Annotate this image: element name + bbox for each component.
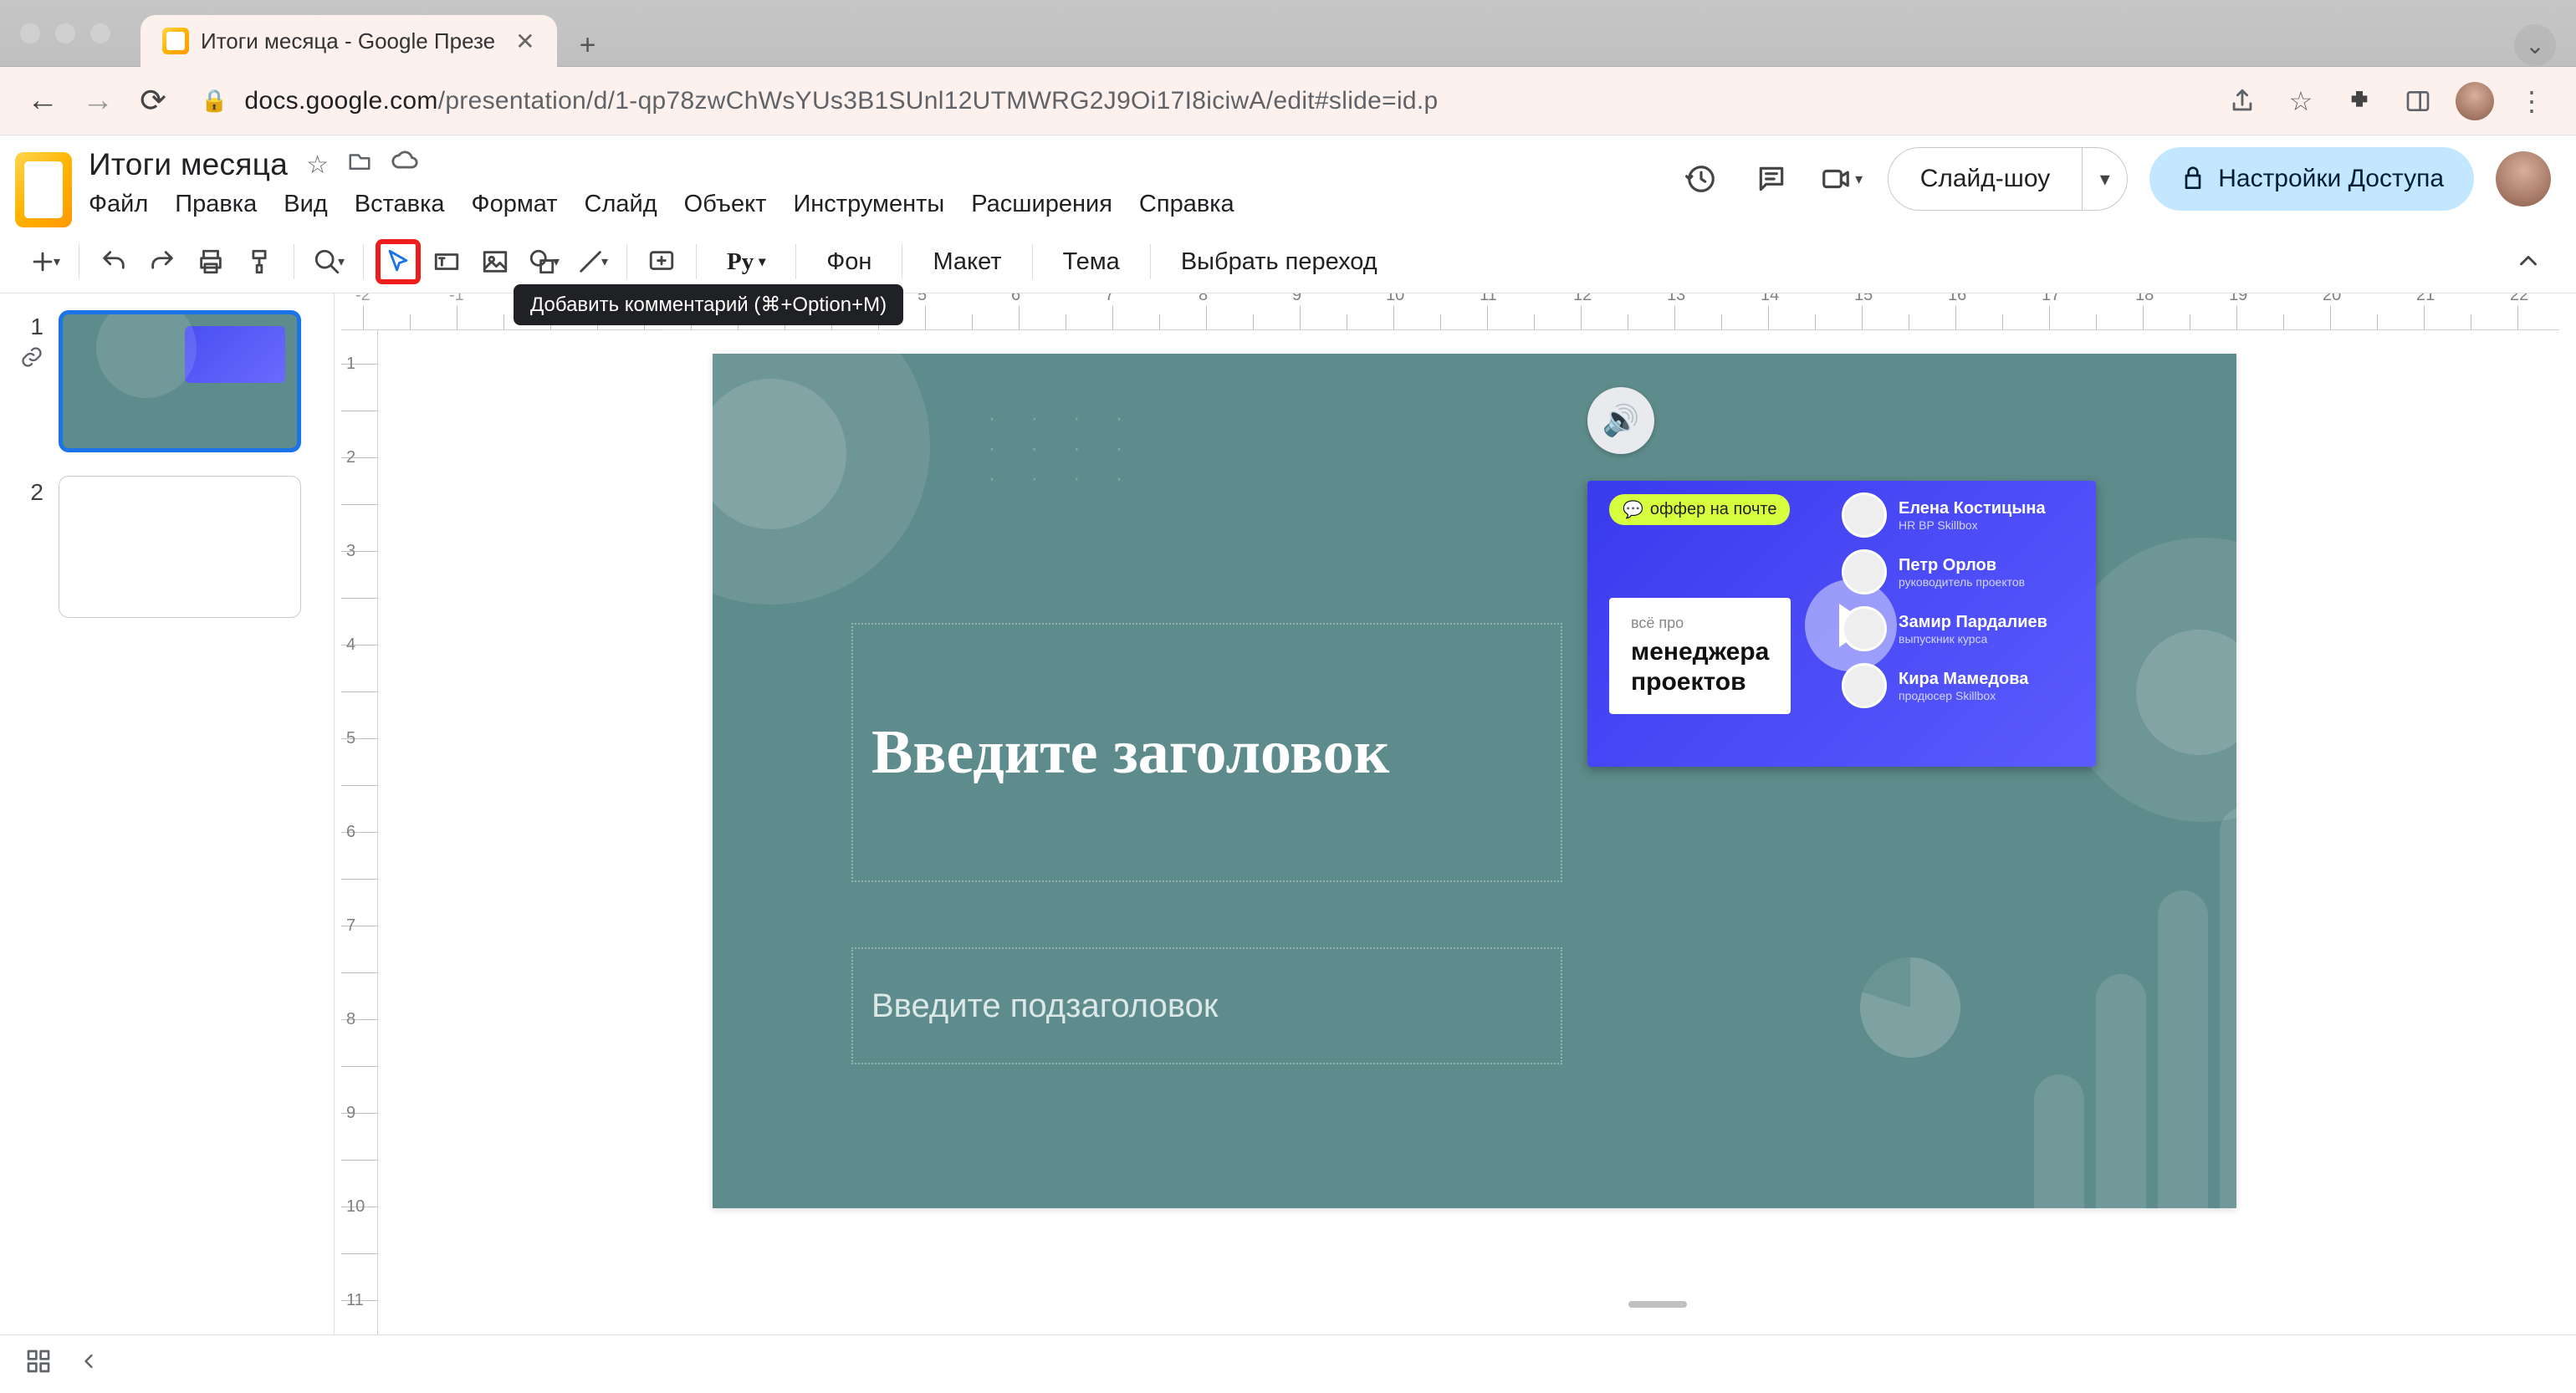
decoration xyxy=(2136,630,2262,755)
menu-insert[interactable]: Вставка xyxy=(355,191,445,218)
history-icon[interactable] xyxy=(1677,155,1725,203)
bookmark-icon[interactable]: ☆ xyxy=(2280,85,2322,117)
vertical-ruler[interactable]: 1234567891011121314 xyxy=(341,330,378,1393)
slideshow-button[interactable]: Слайд-шоу xyxy=(1888,147,2083,211)
menu-format[interactable]: Формат xyxy=(472,191,558,218)
slides-favicon xyxy=(162,28,189,54)
star-icon[interactable]: ☆ xyxy=(306,151,329,180)
collapse-filmstrip-button[interactable] xyxy=(77,1350,100,1380)
address-bar: ← → ⟳ 🔒 docs.google.com/presentation/d/1… xyxy=(0,67,2576,135)
background-button[interactable]: Фон xyxy=(808,239,890,284)
forward-button[interactable]: → xyxy=(79,83,117,119)
slide-thumbnail-2[interactable] xyxy=(59,476,301,618)
slide-thumbnail-1[interactable] xyxy=(59,310,301,452)
audio-icon[interactable]: 🔊 xyxy=(1587,387,1654,454)
back-button[interactable]: ← xyxy=(23,83,62,119)
browser-tab-bar: Итоги месяца - Google Презе ✕ + ⌄ xyxy=(0,0,2576,67)
tabs-overflow-button[interactable]: ⌄ xyxy=(2514,24,2556,66)
paint-format-button[interactable] xyxy=(237,239,282,284)
account-avatar[interactable] xyxy=(2496,151,2551,207)
menu-edit[interactable]: Правка xyxy=(175,191,257,218)
line-tool[interactable]: ▾ xyxy=(570,239,615,284)
select-tool[interactable] xyxy=(376,239,421,284)
slide-filmstrip[interactable]: 1 2 xyxy=(0,293,335,1393)
app-header: Итоги месяца ☆ Файл Правка Вид Вставка Ф… xyxy=(0,135,2576,227)
move-icon[interactable] xyxy=(347,149,372,181)
tab-close-icon[interactable]: ✕ xyxy=(515,28,534,55)
redo-button[interactable] xyxy=(140,239,185,284)
menu-object[interactable]: Объект xyxy=(684,191,767,218)
menu-help[interactable]: Справка xyxy=(1139,191,1234,218)
sidepanel-icon[interactable] xyxy=(2397,88,2439,115)
transition-button[interactable]: Выбрать переход xyxy=(1163,239,1396,284)
menu-slide[interactable]: Слайд xyxy=(585,191,657,218)
layout-button[interactable]: Макет xyxy=(914,239,1020,284)
slide-number-1: 1 xyxy=(20,310,43,340)
undo-button[interactable] xyxy=(91,239,136,284)
share-page-icon[interactable] xyxy=(2221,87,2263,115)
new-slide-button[interactable]: ▾ xyxy=(22,239,67,284)
browser-tab-active[interactable]: Итоги месяца - Google Презе ✕ xyxy=(141,15,557,67)
video-object[interactable]: 💬 оффер на почте всё про менеджерапроект… xyxy=(1587,481,2096,767)
paint-tool[interactable]: Ру▾ xyxy=(708,239,784,284)
menu-tools[interactable]: Инструменты xyxy=(793,191,944,218)
browser-menu-icon[interactable]: ⋮ xyxy=(2511,85,2553,117)
slide-number-2: 2 xyxy=(20,476,43,506)
subtitle-placeholder[interactable]: Введите подзаголовок xyxy=(851,947,1562,1064)
canvas-area[interactable]: · · · ·· · · ·· · · · 🔊 Введите заголово… xyxy=(378,330,2576,1393)
new-tab-button[interactable]: + xyxy=(567,24,609,66)
tab-title: Итоги месяца - Google Презе xyxy=(201,28,495,54)
textbox-tool[interactable] xyxy=(424,239,469,284)
comments-icon[interactable] xyxy=(1747,155,1796,203)
slides-logo[interactable] xyxy=(15,152,72,227)
document-title[interactable]: Итоги месяца xyxy=(89,147,288,182)
grid-view-button[interactable] xyxy=(25,1348,52,1381)
window-maximize[interactable] xyxy=(90,23,110,43)
tooltip: Добавить комментарий (⌘+Option+M) xyxy=(514,284,903,325)
profile-avatar[interactable] xyxy=(2456,82,2494,120)
image-tool[interactable] xyxy=(473,239,518,284)
menu-file[interactable]: Файл xyxy=(89,191,148,218)
menu-bar: Файл Правка Вид Вставка Формат Слайд Объ… xyxy=(89,191,1234,218)
theme-button[interactable]: Тема xyxy=(1045,239,1138,284)
title-placeholder[interactable]: Введите заголовок xyxy=(851,623,1562,882)
slideshow-split-button: Слайд-шоу ▾ xyxy=(1888,147,2129,211)
window-close[interactable] xyxy=(20,23,40,43)
window-controls xyxy=(20,23,110,43)
video-people-list: Елена КостицынаHR BP Skillbox Петр Орлов… xyxy=(1842,492,2081,720)
zoom-button[interactable]: ▾ xyxy=(306,239,351,284)
decoration xyxy=(2034,807,2270,1242)
video-caption: всё про менеджерапроектов xyxy=(1609,598,1791,714)
menu-view[interactable]: Вид xyxy=(284,191,327,218)
window-minimize[interactable] xyxy=(55,23,75,43)
meet-icon[interactable]: ▾ xyxy=(1817,155,1866,203)
share-button[interactable]: Настройки Доступа xyxy=(2149,147,2474,211)
lock-icon[interactable]: 🔒 xyxy=(201,88,227,114)
decoration xyxy=(1860,957,1960,1058)
toolbar: ▾ ▾ ▾ ▾ Ру▾ Фон Макет Тема Выбрать перех… xyxy=(0,227,2576,293)
notes-resize-handle[interactable] xyxy=(756,1292,2559,1317)
decoration: · · · ·· · · ·· · · · xyxy=(989,404,1137,494)
cloud-status-icon[interactable] xyxy=(391,147,419,182)
shape-tool[interactable]: ▾ xyxy=(521,239,566,284)
video-badge: 💬 оффер на почте xyxy=(1609,494,1790,525)
collapse-toolbar-button[interactable] xyxy=(2506,239,2551,284)
reload-button[interactable]: ⟳ xyxy=(134,82,172,120)
add-comment-button[interactable] xyxy=(639,239,684,284)
link-icon xyxy=(20,345,43,369)
url-display[interactable]: docs.google.com/presentation/d/1-qp78zwC… xyxy=(244,87,1438,115)
title-placeholder-text: Введите заголовок xyxy=(871,717,1389,788)
slide-canvas[interactable]: · · · ·· · · ·· · · · 🔊 Введите заголово… xyxy=(713,354,2236,1208)
menu-extensions[interactable]: Расширения xyxy=(971,191,1112,218)
bottom-bar xyxy=(0,1334,2576,1393)
decoration xyxy=(696,379,846,529)
subtitle-placeholder-text: Введите подзаголовок xyxy=(871,987,1218,1025)
slideshow-caret[interactable]: ▾ xyxy=(2083,147,2128,211)
print-button[interactable] xyxy=(188,239,233,284)
extensions-icon[interactable] xyxy=(2338,88,2380,115)
